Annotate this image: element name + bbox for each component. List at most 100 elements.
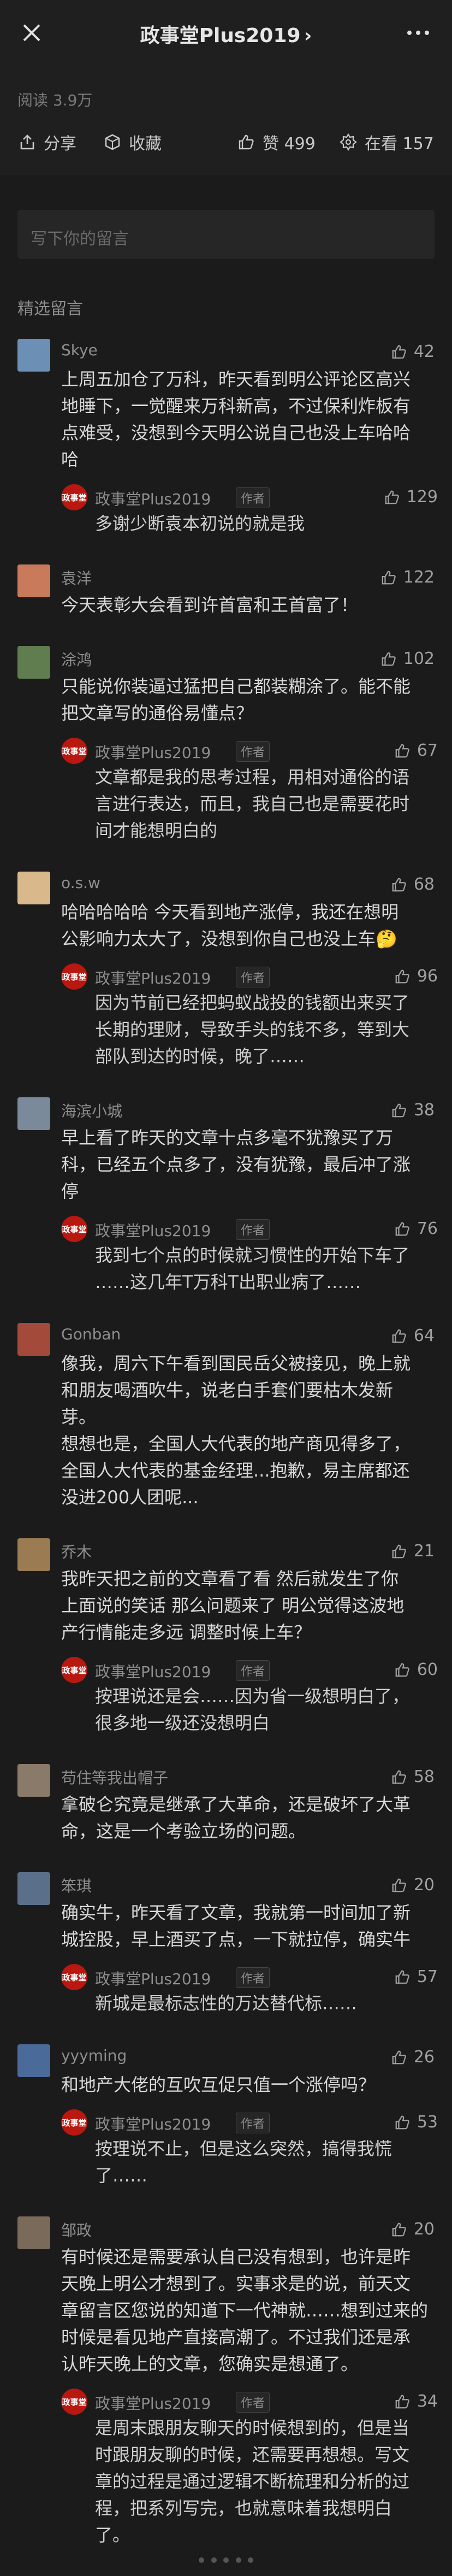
reply-author: 政事堂Plus2019 <box>95 744 211 762</box>
comment-like-button[interactable]: 20 <box>391 1875 435 1895</box>
like-button[interactable]: 赞 499 <box>237 130 316 154</box>
comment-like-count: 102 <box>403 649 435 668</box>
indicator-dot <box>235 2557 241 2563</box>
reply-like-button[interactable]: 60 <box>394 1660 438 1679</box>
reply-text-line: 章的过程是通过逻辑不断梳理和分析的过 <box>95 2471 410 2492</box>
comment-like-button[interactable]: 26 <box>391 2048 435 2067</box>
indicator-dot <box>199 2557 204 2563</box>
comment-text-line: 芽。 <box>61 1407 97 1427</box>
thumbs-up-icon <box>392 1544 406 1558</box>
reply-text-line: 时跟朋友聊的时候，还需要再想想。写文 <box>95 2444 410 2465</box>
comment-author[interactable]: Gonban <box>61 1325 121 1343</box>
account-title-text[interactable]: 政事堂Plus2019 <box>140 25 301 47</box>
more-icon[interactable] <box>406 22 430 44</box>
reply-like-button[interactable]: 76 <box>394 1219 438 1238</box>
reply-text: 因为节前已经把蚂蚁战投的钱额出来买了 长期的理财，导致手头的钱不多，等到大 部队到达… <box>95 990 438 1070</box>
reply-author: 政事堂Plus2019 <box>95 1970 211 1988</box>
avatar[interactable] <box>17 2216 50 2249</box>
author-avatar[interactable]: 政事堂 <box>61 1216 87 1242</box>
comment-input[interactable]: 写下你的留言 <box>17 210 435 259</box>
thumbs-up-icon <box>392 1329 406 1343</box>
author-avatar[interactable]: 政事堂 <box>61 1657 87 1683</box>
reply-author: 政事堂Plus2019 <box>95 490 211 508</box>
comment-author[interactable]: 邹政 <box>61 2219 92 2240</box>
comment-author[interactable]: 乔木 <box>61 1540 92 1562</box>
top-bar: 政事堂Plus2019 › <box>0 0 452 71</box>
looking-button[interactable]: 在看 157 <box>340 130 434 154</box>
comment-author[interactable]: 海滨小城 <box>61 1099 122 1121</box>
comment-like-button[interactable]: 58 <box>391 1767 435 1786</box>
avatar[interactable] <box>17 2044 50 2077</box>
comment-author[interactable]: 袁洋 <box>61 567 92 589</box>
avatar[interactable] <box>17 1872 50 1905</box>
comment-text: 有时候还是需要承认自己没有想到，也许是昨 天晚上明公才想到了。实事求是的说，前天文… <box>61 2244 438 2378</box>
indicator-dot <box>248 2557 253 2563</box>
comment-author[interactable]: 苟住等我出帽子 <box>61 1766 168 1788</box>
favorite-label: 收藏 <box>129 134 162 154</box>
home-indicator <box>199 2557 253 2563</box>
comment-author[interactable]: Skye <box>61 341 98 359</box>
comment-like-button[interactable]: 38 <box>391 1101 435 1120</box>
reply-text: 文章都是我的思考过程，用相对通俗的语 言进行表达，而且，我自己也是需要花时 间才能想… <box>95 764 438 844</box>
author-avatar[interactable]: 政事堂 <box>61 738 87 764</box>
comment-text: 和地产大佬的互吹互促只值一个涨停吗？ <box>61 2072 438 2098</box>
comment-like-button[interactable]: 21 <box>391 1542 435 1561</box>
author-avatar[interactable]: 政事堂 <box>61 484 87 510</box>
thumbs-up-icon <box>395 1663 409 1677</box>
avatar[interactable] <box>17 1323 50 1356</box>
reply-text-line: 因为节前已经把蚂蚁战投的钱额出来买了 <box>95 992 410 1013</box>
comment-text-line: 我昨天把之前的文章看了看 然后就发生了你 <box>61 1568 399 1589</box>
reply-like-button[interactable]: 53 <box>394 2113 438 2132</box>
author-avatar[interactable]: 政事堂 <box>61 963 87 990</box>
avatar[interactable] <box>17 1097 50 1130</box>
avatar[interactable] <box>17 564 50 597</box>
comment-author[interactable]: yyyming <box>61 2046 127 2065</box>
comment-like-count: 21 <box>413 1542 435 1561</box>
comment-text-line: 认昨天晚上的文章，您确实是想通了。 <box>61 2354 359 2374</box>
account-title[interactable]: 政事堂Plus2019 › <box>0 20 452 48</box>
author-avatar[interactable]: 政事堂 <box>61 2109 87 2136</box>
avatar[interactable] <box>17 646 50 679</box>
avatar[interactable] <box>17 339 50 372</box>
reply-like-button[interactable]: 67 <box>394 741 438 760</box>
comment-author[interactable]: 笨琪 <box>61 1874 92 1896</box>
reply-text-line: 长期的理财，导致手头的钱不多，等到大 <box>95 1019 410 1040</box>
comment-like-button[interactable]: 102 <box>380 649 435 668</box>
comment-text: 确实牛，昨天看了文章，我就第一时间加了新 城控股，早上酒买了点，一下就拉停，确实牛 <box>61 1899 438 1953</box>
reply-like-count: 67 <box>417 741 438 760</box>
reply-like-button[interactable]: 34 <box>394 2392 438 2411</box>
looking-icon <box>340 133 357 151</box>
comment-like-button[interactable]: 20 <box>391 2220 435 2239</box>
comment-like-button[interactable]: 42 <box>391 342 435 361</box>
author-badge: 作者 <box>236 2392 270 2413</box>
reply-like-button[interactable]: 57 <box>394 1967 438 1986</box>
comment-author[interactable]: o.s.w <box>61 874 100 892</box>
comment-like-button[interactable]: 64 <box>391 1326 435 1345</box>
comment-text-line: 地睡下，一觉醒来万科新高，不过保利炸板有 <box>61 396 411 416</box>
comment-like-button[interactable]: 68 <box>391 875 435 894</box>
comment-text-line: 哈 <box>61 449 79 470</box>
reply-text-line: 了。 <box>95 2525 130 2545</box>
like-count: 赞 499 <box>263 134 316 154</box>
share-button[interactable]: 分享 <box>19 130 76 154</box>
reply-like-button[interactable]: 96 <box>394 967 438 986</box>
reply-like-button[interactable]: 129 <box>384 487 438 507</box>
avatar[interactable] <box>17 872 50 904</box>
reply-like-count: 57 <box>417 1967 438 1986</box>
reply-text-line: 文章都是我的思考过程，用相对通俗的语 <box>95 767 410 787</box>
comment-like-button[interactable]: 122 <box>380 568 435 587</box>
author-avatar[interactable]: 政事堂 <box>61 2389 87 2415</box>
comment-author[interactable]: 涂鸿 <box>61 648 92 670</box>
comment-like-count: 122 <box>403 568 435 587</box>
avatar[interactable] <box>17 1764 50 1797</box>
thumbs-up-icon <box>392 1103 406 1117</box>
comment-text-line: 天晚上明公才想到了。实事求是的说，前天文 <box>61 2273 411 2294</box>
author-badge: 作者 <box>236 1219 270 1240</box>
avatar[interactable] <box>17 1538 50 1571</box>
comment-text-line: 有时候还是需要承认自己没有想到，也许是昨 <box>61 2246 411 2267</box>
author-avatar[interactable]: 政事堂 <box>61 1964 87 1990</box>
thumbs-up-icon <box>395 744 409 757</box>
comment-like-count: 20 <box>413 2220 435 2239</box>
favorite-button[interactable]: 收藏 <box>104 130 162 154</box>
thumbs-up-icon <box>395 1222 409 1236</box>
